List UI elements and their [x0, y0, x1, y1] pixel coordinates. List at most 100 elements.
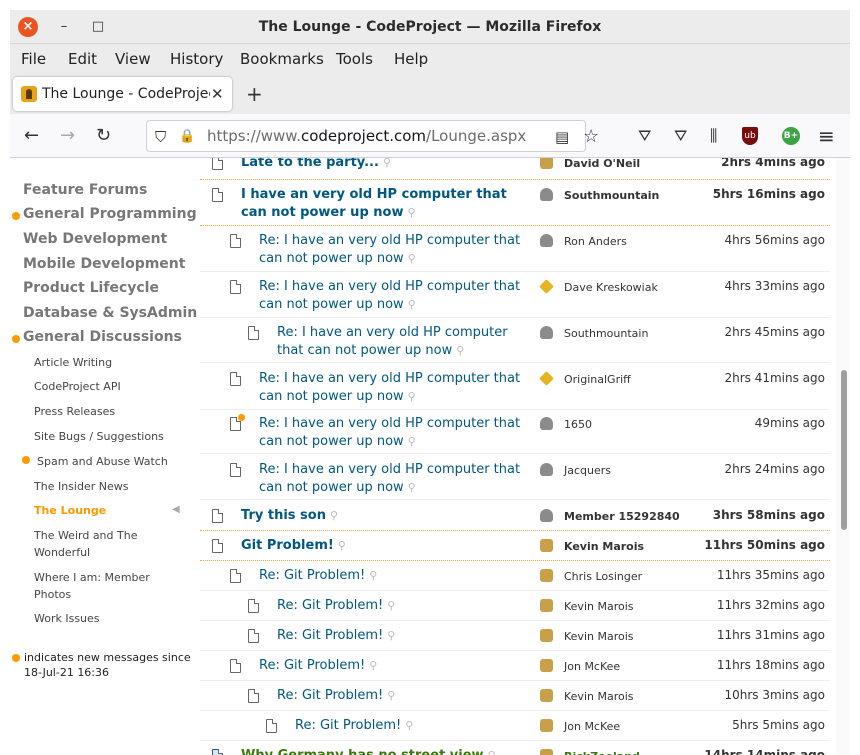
- message-author-link[interactable]: Southmountain: [564, 189, 659, 202]
- message-subject-link[interactable]: Re: Git Problem! ⚲: [277, 627, 523, 645]
- sidebar-subforum-link[interactable]: Where I am: Member Photos: [34, 569, 184, 603]
- message-subject-text[interactable]: Re: I have an very old HP computer that …: [259, 279, 520, 312]
- page-scrollbar[interactable]: [836, 158, 850, 755]
- menu-edit[interactable]: Edit: [68, 44, 97, 74]
- sidebar-subforum-link[interactable]: The Insider News: [34, 478, 184, 495]
- message-subject-text[interactable]: Re: Git Problem!: [259, 568, 365, 583]
- message-row[interactable]: Re: Git Problem! ⚲ Kevin Marois 11hrs 31min…: [200, 621, 830, 651]
- pin-icon[interactable]: ⚲: [408, 298, 416, 311]
- sidebar-forum-link[interactable]: Database & SysAdmin: [23, 305, 197, 321]
- menu-history[interactable]: History: [170, 44, 223, 74]
- message-author-link[interactable]: Chris Losinger: [564, 570, 642, 583]
- message-author-link[interactable]: Kevin Marois: [564, 600, 634, 613]
- message-row[interactable]: Re: I have an very old HP computer that …: [200, 409, 830, 454]
- sidebar-subforum-link[interactable]: The Weird and The Wonderful: [34, 527, 184, 561]
- message-author-link[interactable]: Jon McKee: [564, 660, 620, 673]
- pocket-icon[interactable]: ⛛: [674, 114, 687, 158]
- sidebar-subforum-link[interactable]: Spam and Abuse Watch: [37, 453, 187, 470]
- message-subject-link[interactable]: Re: Git Problem! ⚲: [259, 657, 523, 675]
- tab-the-lounge[interactable]: The Lounge - CodeProject ✕: [13, 77, 232, 111]
- lock-icon[interactable]: 🔒: [179, 115, 195, 159]
- pin-icon[interactable]: ⚲: [383, 158, 391, 169]
- message-subject-text[interactable]: Re: I have an very old HP computer that …: [259, 233, 520, 266]
- message-subject-link[interactable]: Re: Git Problem! ⚲: [277, 597, 523, 615]
- message-row[interactable]: Re: I have an very old HP computer that …: [200, 226, 830, 272]
- sidebar-subforum-link[interactable]: Press Releases: [34, 403, 184, 420]
- menu-bookmarks[interactable]: Bookmarks: [240, 44, 324, 74]
- message-author-link[interactable]: Kevin Marois: [564, 540, 644, 553]
- message-subject-link[interactable]: Re: I have an very old HP computer that …: [259, 415, 523, 451]
- menu-view[interactable]: View: [115, 44, 151, 74]
- message-subject-text[interactable]: Try this son: [241, 508, 326, 523]
- pin-icon[interactable]: ⚲: [408, 390, 416, 403]
- bookmark-star-icon[interactable]: ☆: [583, 115, 599, 159]
- message-subject-link[interactable]: Why Germany has no street view ⚲: [241, 747, 523, 755]
- sidebar-forum-link[interactable]: Product Lifecycle: [23, 280, 159, 296]
- message-subject-text[interactable]: Re: Git Problem!: [295, 718, 401, 733]
- tracking-shield-icon[interactable]: ⛉: [155, 115, 166, 159]
- message-author-link[interactable]: Jon McKee: [564, 720, 620, 733]
- message-row[interactable]: Why Germany has no street view ⚲ RickZeela…: [200, 741, 830, 755]
- sidebar-subforum-link[interactable]: The Lounge: [34, 502, 184, 519]
- message-author-link[interactable]: RickZeeland: [564, 750, 640, 755]
- message-author-link[interactable]: 1650: [564, 418, 592, 431]
- message-subject-text[interactable]: Re: I have an very old HP computer that …: [277, 325, 508, 358]
- message-author-link[interactable]: Jacquers: [564, 464, 611, 477]
- message-row[interactable]: Git Problem! ⚲ Kevin Marois 11hrs 50mins ag…: [200, 531, 830, 561]
- message-row[interactable]: Re: I have an very old HP computer that …: [200, 364, 830, 410]
- sidebar-forum-link[interactable]: Feature Forums: [23, 182, 147, 198]
- sidebar-forum-link[interactable]: Web Development: [23, 231, 167, 247]
- message-subject-text[interactable]: Re: Git Problem!: [259, 658, 365, 673]
- pin-icon[interactable]: ⚲: [387, 689, 395, 702]
- reload-button[interactable]: ↻: [96, 114, 111, 158]
- forward-button[interactable]: →: [60, 114, 75, 158]
- pin-icon[interactable]: ⚲: [405, 719, 413, 732]
- message-subject-text[interactable]: Git Problem!: [241, 538, 334, 553]
- reader-view-icon[interactable]: ▤: [555, 115, 569, 159]
- new-tab-button[interactable]: +: [246, 74, 263, 114]
- message-subject-text[interactable]: Why Germany has no street view: [241, 748, 484, 755]
- message-row[interactable]: Re: Git Problem! ⚲ Kevin Marois 10hrs 3mins…: [200, 681, 830, 711]
- message-subject-link[interactable]: I have an very old HP computer that can …: [241, 186, 523, 222]
- message-author-link[interactable]: Kevin Marois: [564, 690, 634, 703]
- message-row[interactable]: Re: I have an very old HP computer that …: [200, 272, 830, 318]
- sidebar-forum-link[interactable]: Mobile Development: [23, 256, 185, 272]
- message-row[interactable]: Re: I have an very old HP computer that …: [200, 318, 830, 363]
- app-menu-icon[interactable]: ≡: [818, 114, 835, 158]
- sidebar-subforum-link[interactable]: Work Issues: [34, 610, 184, 627]
- pin-icon[interactable]: ⚲: [488, 749, 496, 755]
- menu-file[interactable]: File: [21, 44, 46, 74]
- message-subject-link[interactable]: Re: I have an very old HP computer that …: [259, 370, 523, 406]
- message-row[interactable]: Re: Git Problem! ⚲ Kevin Marois 11hrs 32min…: [200, 591, 830, 621]
- pin-icon[interactable]: ⚲: [330, 509, 338, 522]
- message-subject-text[interactable]: Re: Git Problem!: [277, 628, 383, 643]
- message-row[interactable]: Try this son ⚲ Member 15292840 3hrs 58mins …: [200, 501, 830, 531]
- pin-icon[interactable]: ⚲: [387, 599, 395, 612]
- message-author-link[interactable]: Member 15292840: [564, 510, 680, 523]
- message-subject-text[interactable]: Re: Git Problem!: [277, 598, 383, 613]
- tab-close-icon[interactable]: ✕: [211, 77, 224, 111]
- message-row[interactable]: Re: Git Problem! ⚲ Jon McKee 5hrs 5mins ago: [200, 711, 830, 741]
- message-subject-link[interactable]: Late to the party... ⚲: [241, 158, 523, 172]
- menu-tools[interactable]: Tools: [336, 44, 373, 74]
- url-text[interactable]: https://www.codeproject.com/Lounge.aspx: [207, 121, 526, 151]
- message-subject-text[interactable]: Re: I have an very old HP computer that …: [259, 462, 520, 495]
- url-bar[interactable]: ⛉ 🔒 https://www.codeproject.com/Lounge.a…: [146, 120, 599, 152]
- sidebar-subforum-link[interactable]: Article Writing: [34, 354, 184, 371]
- message-subject-link[interactable]: Re: I have an very old HP computer that …: [277, 324, 523, 360]
- sidebar-forum-link[interactable]: General Discussions: [23, 329, 182, 345]
- message-subject-text[interactable]: Re: Git Problem!: [277, 688, 383, 703]
- message-row[interactable]: I have an very old HP computer that can …: [200, 180, 830, 226]
- message-author-link[interactable]: OriginalGriff: [564, 373, 631, 386]
- message-subject-link[interactable]: Try this son ⚲: [241, 507, 523, 525]
- pin-icon[interactable]: ⚲: [456, 344, 464, 357]
- message-author-link[interactable]: Southmountain: [564, 327, 648, 340]
- pin-icon[interactable]: ⚲: [407, 206, 415, 219]
- message-row[interactable]: Re: Git Problem! ⚲ Chris Losinger 11hrs 35m…: [200, 561, 830, 591]
- message-author-link[interactable]: Ron Anders: [564, 235, 627, 248]
- message-subject-text[interactable]: Late to the party...: [241, 158, 379, 170]
- pin-icon[interactable]: ⚲: [408, 481, 416, 494]
- message-author-link[interactable]: Kevin Marois: [564, 630, 634, 643]
- sidebar-forum-link[interactable]: General Programming: [23, 206, 197, 222]
- message-subject-text[interactable]: I have an very old HP computer that can …: [241, 187, 507, 220]
